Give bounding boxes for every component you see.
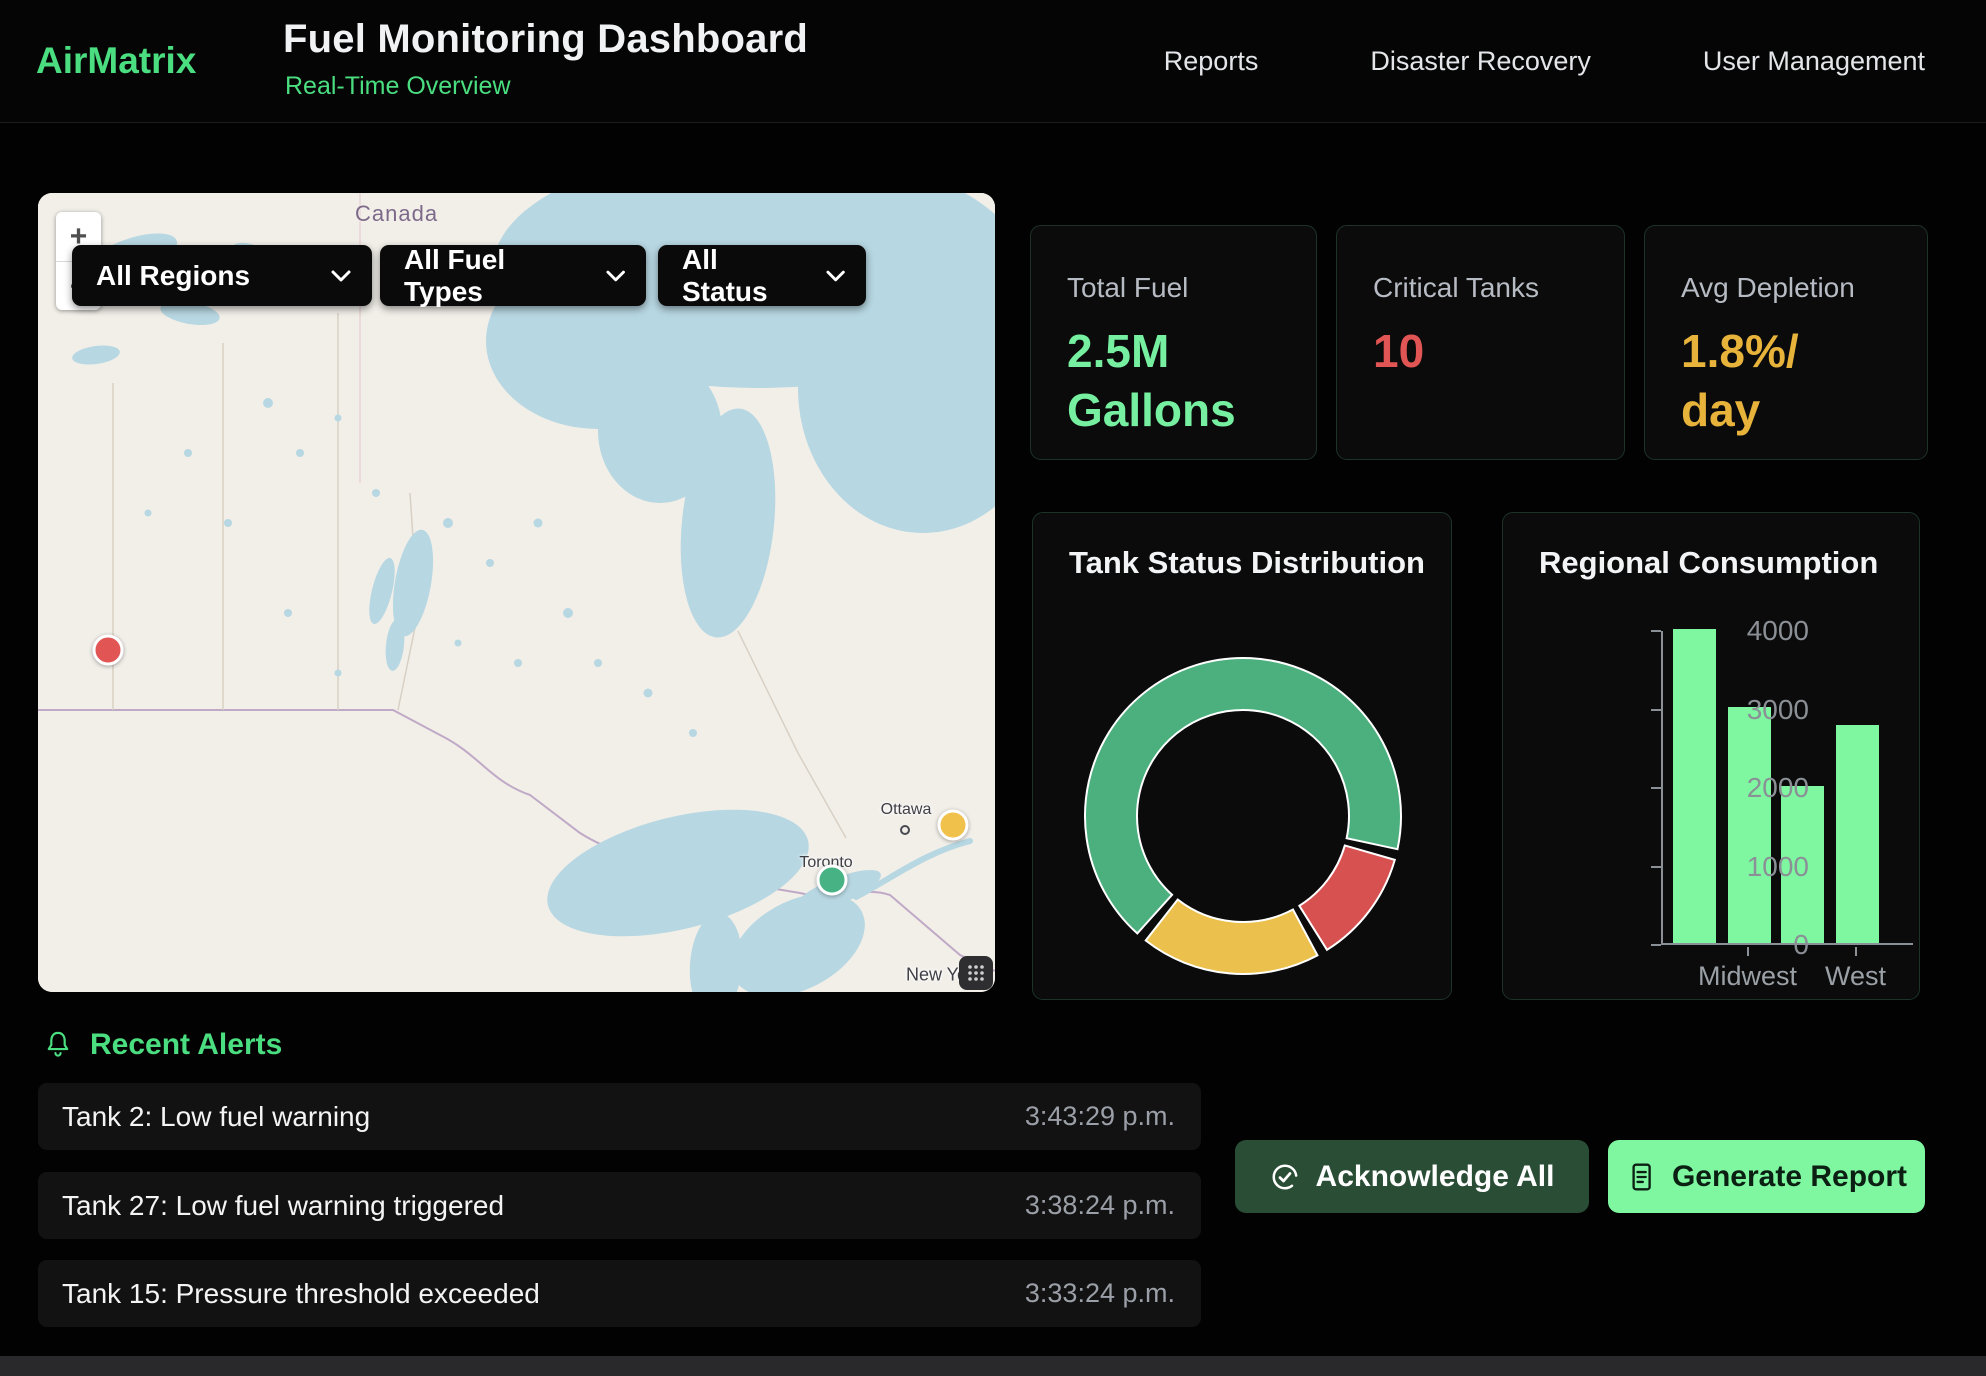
stat-card-critical-tanks: Critical Tanks 10 <box>1336 225 1625 460</box>
x-axis-tick <box>1855 947 1857 956</box>
y-axis-tick-label: 2000 <box>1719 772 1809 804</box>
check-circle-icon <box>1270 1162 1300 1192</box>
page-subtitle: Real-Time Overview <box>285 72 511 101</box>
alert-timestamp: 3:43:29 p.m. <box>1025 1101 1175 1132</box>
tank-marker-critical[interactable] <box>93 635 124 666</box>
bell-icon <box>44 1030 72 1060</box>
stat-card-total-fuel: Total Fuel 2.5M Gallons <box>1030 225 1317 460</box>
chart-title: Tank Status Distribution <box>1069 545 1425 581</box>
nav-disaster-recovery[interactable]: Disaster Recovery <box>1370 46 1591 77</box>
filter-status-value: All Status <box>682 244 807 308</box>
main-nav: Reports Disaster Recovery User Managemen… <box>1164 0 1925 123</box>
page-title: Fuel Monitoring Dashboard <box>283 17 808 62</box>
y-axis-tick-label: 3000 <box>1719 694 1809 726</box>
grip-dots-icon <box>967 964 985 982</box>
map-geography <box>38 193 995 992</box>
y-axis-tick-label: 0 <box>1719 929 1809 961</box>
y-axis-tick <box>1651 709 1661 711</box>
regional-consumption-card: Regional Consumption 40003000200010000Mi… <box>1502 512 1920 1000</box>
nav-user-management[interactable]: User Management <box>1703 46 1925 77</box>
stat-label: Avg Depletion <box>1681 272 1891 304</box>
y-axis-tick <box>1651 630 1661 632</box>
report-document-icon <box>1626 1161 1656 1193</box>
header: AirMatrix Fuel Monitoring Dashboard Real… <box>0 0 1986 123</box>
y-axis-tick <box>1651 866 1661 868</box>
stat-label: Critical Tanks <box>1373 272 1588 304</box>
chevron-down-icon <box>605 269 626 283</box>
fuel-monitoring-dashboard: AirMatrix Fuel Monitoring Dashboard Real… <box>0 0 1986 1376</box>
app-logo: AirMatrix <box>36 40 196 82</box>
acknowledge-all-label: Acknowledge All <box>1316 1160 1555 1194</box>
alert-message: Tank 27: Low fuel warning triggered <box>62 1190 504 1222</box>
chevron-down-icon <box>330 269 352 283</box>
chevron-down-icon <box>825 269 846 283</box>
alert-message: Tank 2: Low fuel warning <box>62 1101 370 1133</box>
generate-report-label: Generate Report <box>1672 1160 1907 1194</box>
y-axis-tick-label: 4000 <box>1719 615 1809 647</box>
tank-map[interactable]: Canada + − All Regions All Fuel Types Al… <box>38 193 995 992</box>
alert-message: Tank 15: Pressure threshold exceeded <box>62 1278 540 1310</box>
generate-report-button[interactable]: Generate Report <box>1608 1140 1925 1213</box>
y-axis-tick <box>1651 944 1661 946</box>
alert-timestamp: 3:38:24 p.m. <box>1025 1190 1175 1221</box>
map-label-canada: Canada <box>355 201 438 227</box>
bar <box>1836 725 1879 943</box>
x-axis-tick-label: West <box>1825 961 1886 992</box>
tank-status-donut-chart <box>1083 656 1403 981</box>
x-axis-tick-label: Midwest <box>1698 961 1797 992</box>
bar <box>1728 707 1771 943</box>
map-resize-handle[interactable] <box>959 956 993 990</box>
y-axis-tick-label: 1000 <box>1719 851 1809 883</box>
regional-consumption-bar-chart: 4000 3000 2000 1000 0Midwest West <box>1503 513 1919 999</box>
recent-alerts-header: Recent Alerts <box>44 1028 282 1062</box>
stat-label: Total Fuel <box>1067 272 1280 304</box>
alert-row[interactable]: Tank 2: Low fuel warning 3:43:29 p.m. <box>38 1083 1201 1150</box>
alert-timestamp: 3:33:24 p.m. <box>1025 1278 1175 1309</box>
alert-row[interactable]: Tank 15: Pressure threshold exceeded 3:3… <box>38 1260 1201 1327</box>
tank-marker-warning[interactable] <box>938 810 969 841</box>
stat-card-avg-depletion: Avg Depletion 1.8%/ day <box>1644 225 1928 460</box>
acknowledge-all-button[interactable]: Acknowledge All <box>1235 1140 1589 1213</box>
map-label-ottawa: Ottawa <box>881 801 932 819</box>
ottawa-town-icon <box>900 825 910 835</box>
filter-regions-value: All Regions <box>96 260 250 292</box>
nav-reports[interactable]: Reports <box>1164 46 1259 77</box>
stat-value-critical-tanks: 10 <box>1373 322 1588 381</box>
y-axis-tick <box>1651 787 1661 789</box>
alert-row[interactable]: Tank 27: Low fuel warning triggered 3:38… <box>38 1172 1201 1239</box>
tank-marker-normal[interactable] <box>817 865 848 896</box>
x-axis-tick <box>1747 947 1749 956</box>
filter-status-select[interactable]: All Status <box>658 245 866 306</box>
tank-status-distribution-card: Tank Status Distribution <box>1032 512 1452 1000</box>
bar <box>1673 629 1716 943</box>
stat-value-total-fuel: 2.5M Gallons <box>1067 322 1280 440</box>
filter-fuel-types-value: All Fuel Types <box>404 244 587 308</box>
filter-regions-select[interactable]: All Regions <box>72 245 372 306</box>
stat-value-avg-depletion: 1.8%/ day <box>1681 322 1891 440</box>
recent-alerts-title: Recent Alerts <box>90 1028 282 1062</box>
bottom-strip <box>0 1356 1986 1376</box>
donut-chart-svg <box>1083 656 1403 976</box>
filter-fuel-types-select[interactable]: All Fuel Types <box>380 245 646 306</box>
